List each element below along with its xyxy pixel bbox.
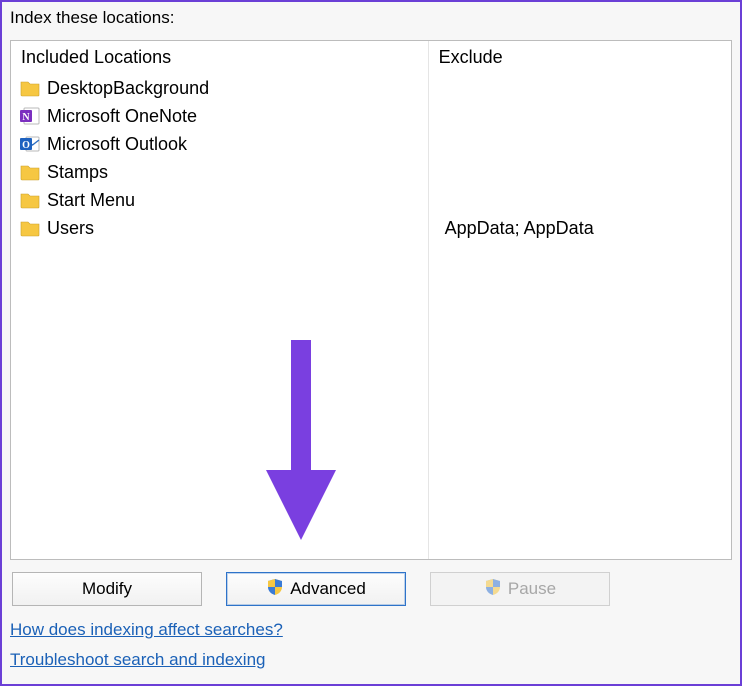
exclude-cell [435, 102, 725, 130]
exclude-value: AppData; AppData [445, 216, 594, 240]
exclude-cell [435, 158, 725, 186]
pause-button-label: Pause [508, 579, 556, 599]
location-label: Stamps [47, 160, 108, 184]
exclude-value [445, 76, 450, 100]
help-links: How does indexing affect searches? Troub… [2, 614, 740, 684]
column-header-exclude: Exclude [429, 41, 731, 72]
folder-icon [19, 161, 41, 183]
exclude-cell [435, 74, 725, 102]
help-link-indexing[interactable]: How does indexing affect searches? [10, 620, 283, 640]
exclude-cell [435, 186, 725, 214]
indexing-options-panel: Index these locations: Included Location… [0, 0, 742, 686]
button-bar: Modify Advanced [2, 560, 740, 614]
column-exclude: Exclude AppData; AppData [429, 41, 731, 559]
included-location-row[interactable]: O Microsoft Outlook [17, 130, 422, 158]
exclude-rows: AppData; AppData [429, 72, 731, 244]
section-title: Index these locations: [2, 2, 740, 32]
svg-text:O: O [22, 140, 30, 151]
modify-button[interactable]: Modify [12, 572, 202, 606]
folder-icon [19, 77, 41, 99]
exclude-cell [435, 130, 725, 158]
advanced-button[interactable]: Advanced [226, 572, 406, 606]
locations-table: Included Locations DesktopBackground N Mic… [10, 40, 732, 560]
help-link-troubleshoot[interactable]: Troubleshoot search and indexing [10, 650, 265, 670]
included-location-row[interactable]: DesktopBackground [17, 74, 422, 102]
folder-icon [19, 189, 41, 211]
folder-icon [19, 217, 41, 239]
location-label: Start Menu [47, 188, 135, 212]
location-label: Microsoft OneNote [47, 104, 197, 128]
included-rows: DesktopBackground N Microsoft OneNote O Micr… [11, 72, 428, 244]
pause-button: Pause [430, 572, 610, 606]
location-label: Microsoft Outlook [47, 132, 187, 156]
included-location-row[interactable]: N Microsoft OneNote [17, 102, 422, 130]
exclude-value [445, 188, 450, 212]
location-label: DesktopBackground [47, 76, 209, 100]
exclude-cell: AppData; AppData [435, 214, 725, 242]
location-label: Users [47, 216, 94, 240]
shield-icon [266, 578, 284, 601]
svg-text:N: N [22, 112, 30, 123]
column-header-included: Included Locations [11, 41, 428, 72]
exclude-value [445, 132, 450, 156]
column-included: Included Locations DesktopBackground N Mic… [11, 41, 429, 559]
exclude-value [445, 104, 450, 128]
shield-icon [484, 578, 502, 601]
included-location-row[interactable]: Users [17, 214, 422, 242]
onenote-icon: N [19, 105, 41, 127]
included-location-row[interactable]: Start Menu [17, 186, 422, 214]
outlook-icon: O [19, 133, 41, 155]
advanced-button-label: Advanced [290, 579, 366, 599]
included-location-row[interactable]: Stamps [17, 158, 422, 186]
exclude-value [445, 160, 450, 184]
modify-button-label: Modify [82, 579, 132, 599]
